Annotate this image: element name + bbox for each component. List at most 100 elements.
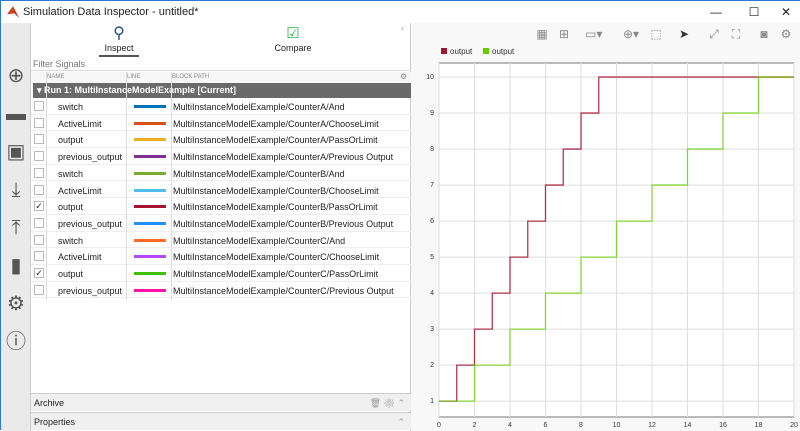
column-line[interactable]: LINE (127, 74, 140, 80)
line-swatch[interactable] (134, 155, 166, 159)
signal-name: ActiveLimit (58, 118, 102, 129)
signal-checkbox[interactable] (34, 151, 44, 162)
chart[interactable]: 0 2 4 6 8 10 12 14 16 18 2012345678910output output (411, 23, 800, 431)
line-swatch[interactable] (134, 272, 166, 275)
signal-checkbox[interactable] (34, 184, 44, 195)
tab-label: Inspect (104, 43, 134, 53)
signal-name: previous_output (58, 152, 123, 163)
signal-name: ActiveLimit (58, 185, 102, 196)
signal-checkbox[interactable] (34, 101, 44, 111)
save-icon[interactable]: ▣ (5, 141, 27, 163)
signal-checkbox[interactable]: ✓ (34, 201, 44, 212)
signal-row[interactable]: switch MultiInstanceModelExample/Counter… (31, 98, 411, 115)
archive-section[interactable]: Archive 🗑 ⚙ ⌃ (31, 393, 411, 411)
x-tick-label: 16 (719, 422, 727, 429)
signal-row[interactable]: previous_output MultiInstanceModelExampl… (31, 148, 411, 165)
signal-row[interactable]: switch MultiInstanceModelExample/Counter… (31, 165, 411, 182)
collapse-icon[interactable]: ‹ (401, 23, 404, 33)
left-toolbar: ⊕ ▬ ▣ ⤓ ⤒ ▮ ⚙ ⓘ (1, 23, 31, 431)
legend-swatch (441, 48, 447, 54)
signal-row[interactable]: ActiveLimit MultiInstanceModelExample/Co… (31, 248, 411, 265)
line-swatch[interactable] (134, 188, 166, 192)
y-tick-label: 8 (430, 146, 434, 153)
signal-checkbox[interactable] (34, 167, 44, 178)
properties-section[interactable]: Properties ⌃ (31, 412, 411, 430)
line-swatch[interactable] (134, 238, 166, 242)
tab-label: Compare (274, 43, 312, 53)
upload-icon[interactable]: ⤒ (5, 217, 27, 239)
block-path: MultiInstanceModelExample/CounterA/Previ… (173, 152, 394, 163)
signal-name: switch (58, 235, 84, 246)
signal-row[interactable]: previous_output MultiInstanceModelExampl… (31, 215, 411, 232)
line-swatch[interactable] (134, 205, 166, 209)
block-path: MultiInstanceModelExample/CounterC/Choos… (173, 252, 380, 263)
signal-checkbox[interactable]: ✓ (34, 268, 44, 278)
archive-controls-icon[interactable]: 🗑 ⚙ ⌃ (370, 394, 405, 412)
signal-row[interactable]: output MultiInstanceModelExample/Counter… (31, 131, 411, 149)
signal-row[interactable]: ✓ output MultiInstanceModelExample/Count… (31, 198, 411, 215)
line-swatch[interactable] (134, 138, 166, 142)
run-label: Run 1: MultiInstanceModelExample [Curren… (44, 85, 237, 95)
line-swatch[interactable] (134, 171, 166, 175)
y-tick-label: 10 (426, 74, 434, 81)
column-name[interactable]: NAME (47, 74, 64, 80)
line-swatch[interactable] (134, 105, 166, 108)
x-tick-label: 4 (508, 422, 512, 429)
x-tick-label: 20 (790, 422, 798, 429)
x-tick-label: 18 (755, 422, 763, 429)
maximize-button[interactable]: ☐ (739, 3, 769, 21)
signal-name: previous_output (58, 218, 123, 229)
close-button[interactable]: ✕ (771, 3, 800, 21)
signal-row[interactable]: ActiveLimit MultiInstanceModelExample/Co… (31, 115, 411, 132)
signal-checkbox[interactable] (34, 117, 44, 128)
help-icon[interactable]: ⓘ (5, 331, 27, 353)
line-swatch[interactable] (134, 221, 166, 225)
chevron-up-icon[interactable]: ⌃ (397, 413, 405, 431)
line-swatch[interactable] (134, 255, 166, 259)
x-tick-label: 0 (437, 422, 441, 429)
tab-inspect[interactable]: ⚲ Inspect (99, 23, 139, 57)
signal-name: output (58, 202, 84, 213)
block-path: MultiInstanceModelExample/CounterC/Previ… (173, 285, 394, 296)
block-path: MultiInstanceModelExample/CounterB/Choos… (173, 185, 379, 196)
folder-icon[interactable]: ▬ (5, 103, 27, 125)
signal-checkbox[interactable] (34, 284, 44, 295)
signal-row[interactable]: previous_output MultiInstanceModelExampl… (31, 282, 411, 299)
download-icon[interactable]: ⤓ (5, 179, 27, 201)
signal-checkbox[interactable] (34, 234, 44, 245)
block-path: MultiInstanceModelExample/CounterB/Previ… (173, 218, 394, 229)
document-icon[interactable]: ▮ (5, 255, 27, 277)
block-path: MultiInstanceModelExample/CounterC/And (173, 235, 346, 246)
signal-checkbox[interactable] (34, 134, 44, 145)
plus-circle-icon[interactable]: ⊕ (5, 65, 27, 87)
signal-row[interactable]: switch MultiInstanceModelExample/Counter… (31, 232, 411, 249)
gear-icon[interactable]: ⚙ (5, 293, 27, 315)
x-tick-label: 12 (648, 422, 656, 429)
signal-checkbox[interactable] (34, 217, 44, 228)
line-swatch[interactable] (134, 121, 166, 125)
x-tick-label: 6 (544, 422, 548, 429)
minimize-button[interactable]: — (701, 3, 731, 21)
y-tick-label: 6 (430, 218, 434, 225)
checkbox-icon: ☑ (286, 25, 300, 42)
plot-area: ▦ ⊞ ▭▾ ⊕▾ ⬚ ➤ ⤢ ⛶ ◙ ⚙ 0 2 4 6 8 10 12 14 16 18 20 1… (411, 23, 800, 431)
y-tick-label: 1 (430, 398, 434, 405)
archive-label: Archive (34, 398, 65, 408)
filter-signals-input[interactable]: Filter Signals (31, 59, 411, 71)
column-block-path[interactable]: BLOCK PATH (172, 74, 209, 80)
gear-icon[interactable]: ⚙ (400, 72, 407, 81)
block-path: MultiInstanceModelExample/CounterA/And (173, 102, 345, 112)
signal-row[interactable]: ✓ output MultiInstanceModelExample/Count… (31, 265, 411, 282)
search-icon: ⚲ (113, 25, 125, 42)
y-tick-label: 7 (430, 182, 434, 189)
signal-name: output (58, 269, 84, 279)
block-path: MultiInstanceModelExample/CounterB/PassO… (173, 202, 378, 213)
properties-label: Properties (34, 417, 76, 427)
block-path: MultiInstanceModelExample/CounterB/And (173, 168, 345, 179)
signal-row[interactable]: ActiveLimit MultiInstanceModelExample/Co… (31, 182, 411, 199)
signal-checkbox[interactable] (34, 251, 44, 262)
line-swatch[interactable] (134, 288, 166, 292)
block-path: MultiInstanceModelExample/CounterA/Choos… (173, 118, 379, 129)
tab-compare[interactable]: ☑ Compare (273, 23, 313, 57)
run-header[interactable]: ▾ Run 1: MultiInstanceModelExample [Curr… (33, 83, 411, 98)
